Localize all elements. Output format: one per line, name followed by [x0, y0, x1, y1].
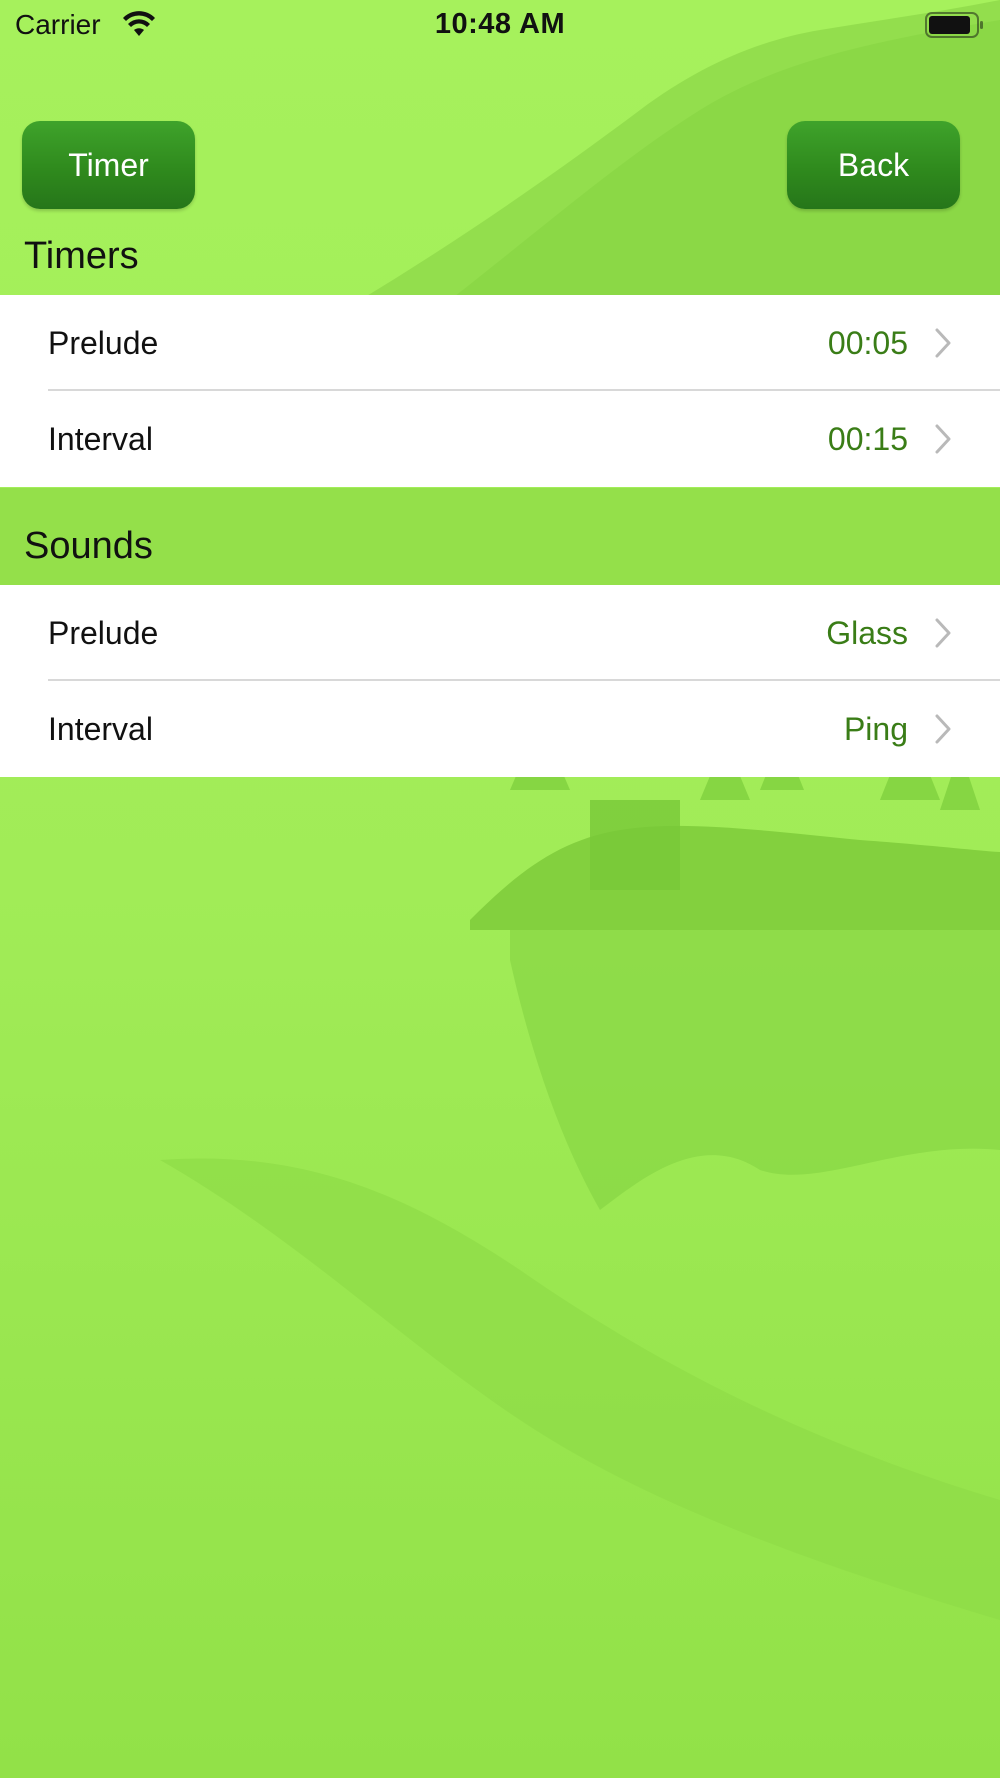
sounds-group: Prelude Glass Interval Ping: [0, 585, 1000, 777]
row-label: Prelude: [48, 615, 159, 651]
back-button[interactable]: Back: [787, 121, 960, 209]
row-value: 00:15: [827, 421, 908, 457]
background-landscape: [0, 0, 1000, 1778]
status-time: 10:48 AM: [434, 8, 566, 40]
status-bar: Carrier 10:48 AM: [0, 0, 1000, 52]
timer-button[interactable]: Timer: [22, 121, 195, 209]
row-label: Interval: [48, 421, 153, 457]
row-value: Glass: [826, 615, 908, 651]
chevron-right-icon: [935, 714, 951, 744]
timer-row-prelude[interactable]: Prelude 00:05: [0, 295, 1000, 391]
row-label: Prelude: [48, 325, 159, 361]
sounds-section-title: Sounds: [24, 525, 153, 567]
sound-row-prelude[interactable]: Prelude Glass: [0, 585, 1000, 681]
chevron-right-icon: [935, 328, 951, 358]
timers-group: Prelude 00:05 Interval 00:15: [0, 295, 1000, 487]
row-value: Ping: [843, 711, 908, 747]
timer-row-interval[interactable]: Interval 00:15: [0, 391, 1000, 487]
row-value: 00:05: [827, 325, 908, 361]
battery-icon: [925, 12, 983, 38]
timers-section-title: Timers: [24, 235, 139, 277]
chevron-right-icon: [935, 424, 951, 454]
chevron-right-icon: [935, 618, 951, 648]
sound-row-interval[interactable]: Interval Ping: [0, 681, 1000, 777]
row-label: Interval: [48, 711, 153, 747]
